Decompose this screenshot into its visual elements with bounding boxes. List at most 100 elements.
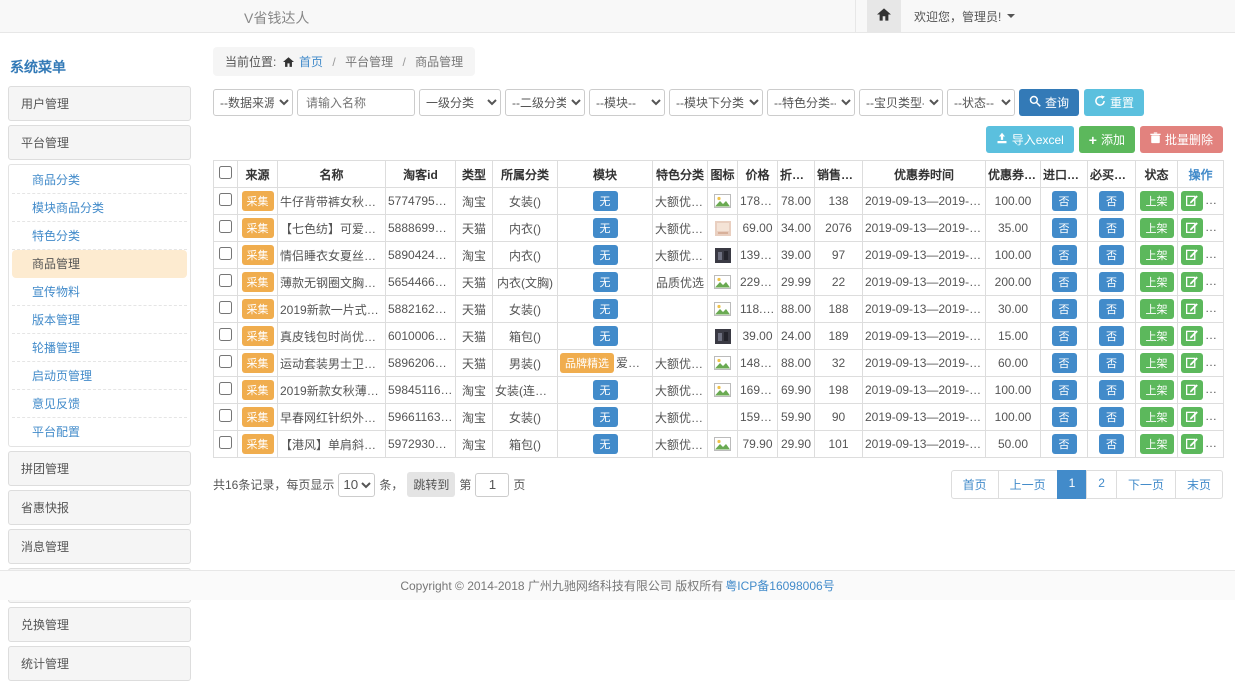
sidebar-subitem-2[interactable]: 商品分类: [12, 166, 187, 194]
sidebar-subitem-8[interactable]: 轮播管理: [12, 334, 187, 362]
module-badge[interactable]: 无: [593, 191, 618, 211]
status-badge[interactable]: 上架: [1140, 245, 1174, 265]
sidebar-subitem-3[interactable]: 模块商品分类: [12, 194, 187, 222]
row-checkbox[interactable]: [219, 382, 232, 395]
row-checkbox[interactable]: [219, 274, 232, 287]
select-all-checkbox[interactable]: [219, 166, 232, 179]
must-buy-toggle[interactable]: 否: [1099, 407, 1124, 427]
status-badge[interactable]: 上架: [1140, 353, 1174, 373]
status-badge[interactable]: 上架: [1140, 434, 1174, 454]
import-select-toggle[interactable]: 否: [1052, 326, 1077, 346]
must-buy-toggle[interactable]: 否: [1099, 218, 1124, 238]
must-buy-toggle[interactable]: 否: [1099, 326, 1124, 346]
reset-button[interactable]: 重置: [1084, 89, 1144, 116]
sidebar-item-16[interactable]: 兑换管理: [8, 607, 191, 642]
page-link-2[interactable]: 1: [1057, 470, 1088, 499]
sidebar-subitem-7[interactable]: 版本管理: [12, 306, 187, 334]
status-badge[interactable]: 上架: [1140, 218, 1174, 238]
sidebar-subitem-6[interactable]: 宣传物料: [12, 278, 187, 306]
edit-button[interactable]: [1181, 272, 1203, 292]
jump-button[interactable]: 跳转到: [407, 472, 455, 497]
filter-select-module[interactable]: --模块--: [589, 89, 665, 116]
must-buy-toggle[interactable]: 否: [1099, 245, 1124, 265]
import-select-toggle[interactable]: 否: [1052, 218, 1077, 238]
import-select-toggle[interactable]: 否: [1052, 407, 1077, 427]
sidebar-subitem-9[interactable]: 启动页管理: [12, 362, 187, 390]
must-buy-toggle[interactable]: 否: [1099, 299, 1124, 319]
edit-button[interactable]: [1181, 299, 1203, 319]
import-select-toggle[interactable]: 否: [1052, 434, 1077, 454]
import-select-toggle[interactable]: 否: [1052, 353, 1077, 373]
module-badge[interactable]: 无: [593, 245, 618, 265]
import-excel-button[interactable]: 导入excel: [986, 126, 1074, 153]
edit-button[interactable]: [1181, 407, 1203, 427]
page-link-3[interactable]: 2: [1086, 470, 1117, 499]
breadcrumb-home-link[interactable]: 首页: [299, 55, 323, 69]
module-badge[interactable]: 无: [593, 299, 618, 319]
sidebar-subitem-4[interactable]: 特色分类: [12, 222, 187, 250]
edit-button[interactable]: [1181, 245, 1203, 265]
filter-select-level1-category[interactable]: 一级分类: [419, 89, 501, 116]
sidebar-item-14[interactable]: 消息管理: [8, 529, 191, 564]
filter-select-data-source[interactable]: --数据来源--: [213, 89, 293, 116]
status-badge[interactable]: 上架: [1140, 380, 1174, 400]
module-badge[interactable]: 无: [593, 326, 618, 346]
row-checkbox[interactable]: [219, 328, 232, 341]
welcome-user-dropdown[interactable]: 欢迎您，管理员!: [914, 8, 1001, 25]
status-badge[interactable]: 上架: [1140, 326, 1174, 346]
filter-select-status[interactable]: --状态--: [947, 89, 1015, 116]
edit-button[interactable]: [1181, 353, 1203, 373]
must-buy-toggle[interactable]: 否: [1099, 353, 1124, 373]
module-badge[interactable]: 无: [593, 272, 618, 292]
row-checkbox[interactable]: [219, 220, 232, 233]
icp-link[interactable]: 粤ICP备16098006号: [725, 577, 834, 594]
filter-select-feature-category[interactable]: --特色分类--: [767, 89, 855, 116]
edit-button[interactable]: [1181, 191, 1203, 211]
module-badge[interactable]: 无: [593, 407, 618, 427]
sidebar-subitem-11[interactable]: 平台配置: [12, 418, 187, 445]
page-link-1[interactable]: 上一页: [998, 470, 1058, 499]
add-button[interactable]: + 添加: [1079, 126, 1135, 153]
filter-select-module-subcategory[interactable]: --模块下分类--: [669, 89, 763, 116]
status-badge[interactable]: 上架: [1140, 191, 1174, 211]
status-badge[interactable]: 上架: [1140, 272, 1174, 292]
module-badge[interactable]: 无: [593, 380, 618, 400]
row-checkbox[interactable]: [219, 409, 232, 422]
edit-button[interactable]: [1181, 380, 1203, 400]
status-badge[interactable]: 上架: [1140, 407, 1174, 427]
must-buy-toggle[interactable]: 否: [1099, 380, 1124, 400]
sidebar-subitem-5[interactable]: 商品管理: [12, 250, 187, 278]
edit-button[interactable]: [1181, 218, 1203, 238]
home-button[interactable]: [867, 0, 901, 32]
import-select-toggle[interactable]: 否: [1052, 245, 1077, 265]
module-badge[interactable]: 无: [593, 434, 618, 454]
batch-delete-button[interactable]: 批量删除: [1140, 126, 1223, 153]
sidebar-item-12[interactable]: 拼团管理: [8, 451, 191, 486]
page-link-0[interactable]: 首页: [951, 470, 999, 499]
filter-name-input[interactable]: [297, 89, 415, 116]
page-number-input[interactable]: [475, 473, 509, 497]
page-link-4[interactable]: 下一页: [1116, 470, 1176, 499]
sidebar-item-1[interactable]: 平台管理: [8, 125, 191, 160]
page-link-5[interactable]: 末页: [1175, 470, 1223, 499]
row-checkbox[interactable]: [219, 193, 232, 206]
edit-button[interactable]: [1181, 326, 1203, 346]
row-checkbox[interactable]: [219, 247, 232, 260]
status-badge[interactable]: 上架: [1140, 299, 1174, 319]
module-badge[interactable]: 品牌精选: [560, 353, 614, 373]
module-badge[interactable]: 无: [593, 218, 618, 238]
search-button[interactable]: 查询: [1019, 89, 1079, 116]
sidebar-item-0[interactable]: 用户管理: [8, 86, 191, 121]
sidebar-subitem-10[interactable]: 意见反馈: [12, 390, 187, 418]
filter-select-item-type[interactable]: --宝贝类型--: [859, 89, 943, 116]
row-checkbox[interactable]: [219, 355, 232, 368]
import-select-toggle[interactable]: 否: [1052, 191, 1077, 211]
import-select-toggle[interactable]: 否: [1052, 380, 1077, 400]
edit-button[interactable]: [1181, 434, 1203, 454]
import-select-toggle[interactable]: 否: [1052, 299, 1077, 319]
filter-select-level2-category[interactable]: --二级分类--: [505, 89, 585, 116]
import-select-toggle[interactable]: 否: [1052, 272, 1077, 292]
must-buy-toggle[interactable]: 否: [1099, 272, 1124, 292]
must-buy-toggle[interactable]: 否: [1099, 434, 1124, 454]
sidebar-item-13[interactable]: 省惠快报: [8, 490, 191, 525]
